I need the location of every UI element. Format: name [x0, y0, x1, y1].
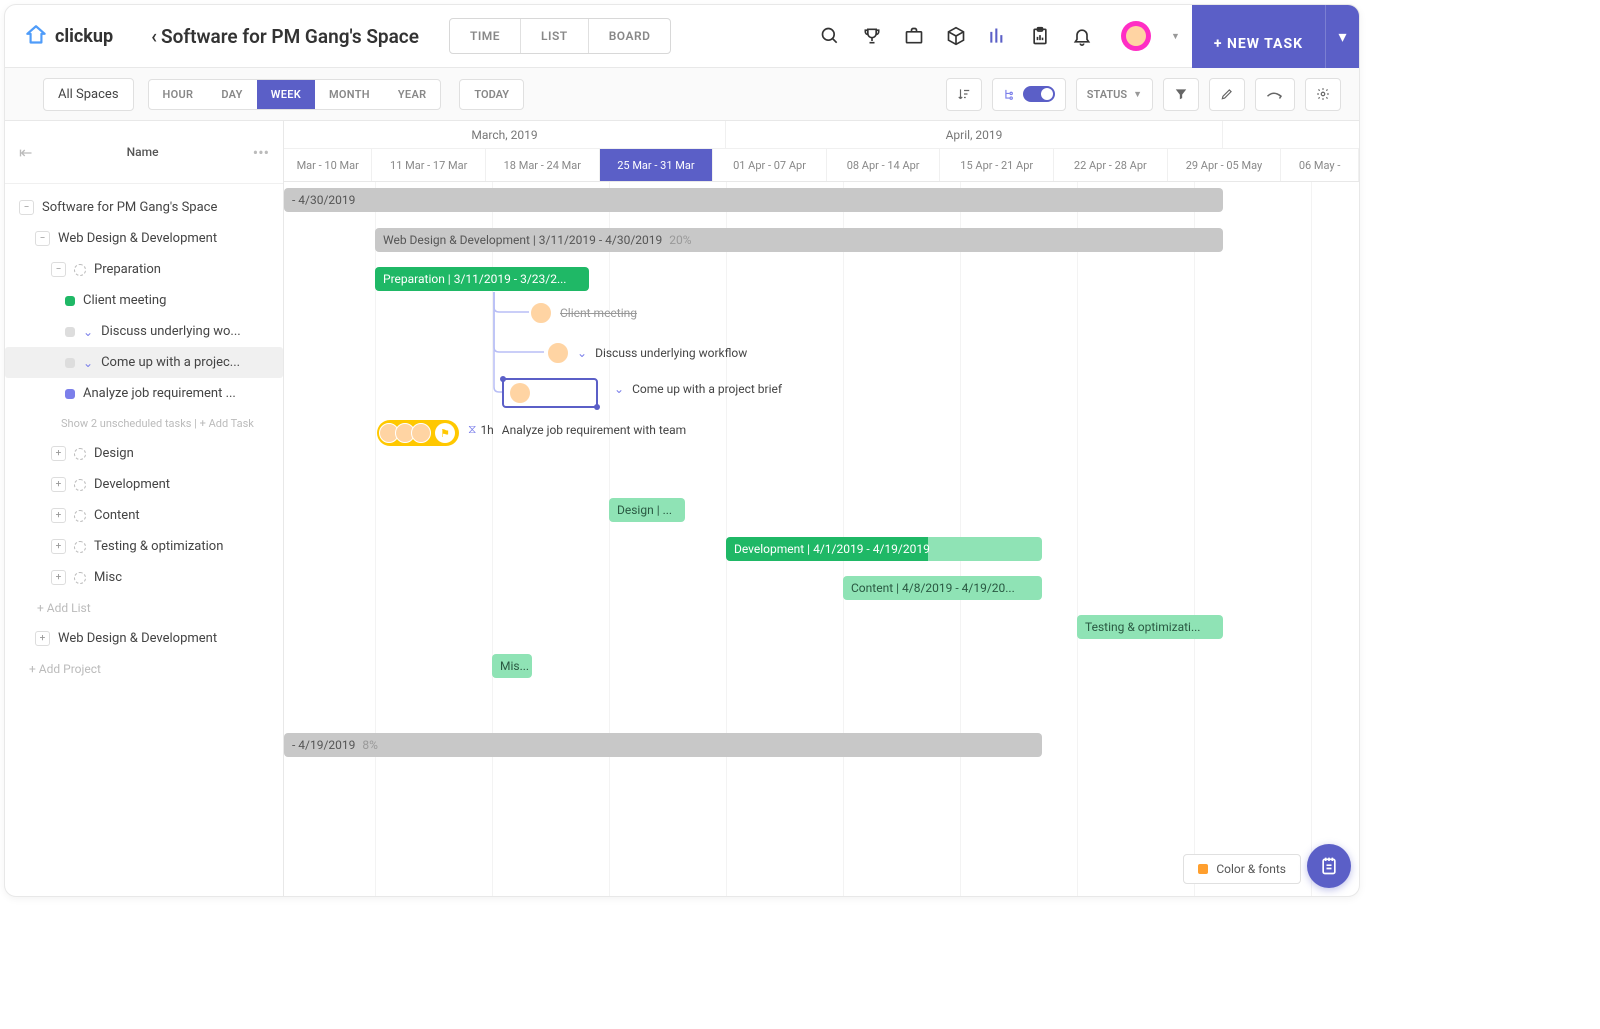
zoom-tabs: HOUR DAY WEEK MONTH YEAR	[148, 79, 442, 110]
gantt-task-row[interactable]: ⧖ 1h Analyze job requirement with team	[462, 422, 686, 437]
tree-list-design[interactable]: +Design	[5, 438, 283, 469]
gantt-bar-project[interactable]: - 4/19/2019 8%	[284, 733, 1042, 757]
gantt-icon[interactable]	[987, 25, 1009, 47]
tree-list-preparation[interactable]: −Preparation	[5, 254, 283, 285]
tree-task-selected[interactable]: ⌄Come up with a projec...	[5, 347, 283, 378]
week-header-active: 25 Mar - 31 Mar	[600, 149, 714, 181]
search-icon[interactable]	[819, 25, 841, 47]
sort-button[interactable]	[946, 78, 982, 111]
collapse-sidebar-icon[interactable]: ⇤	[19, 143, 32, 162]
gantt-bar-list[interactable]: Development | 4/1/2019 - 4/19/2019	[726, 537, 1042, 561]
zoom-day[interactable]: DAY	[207, 80, 256, 109]
add-project-button[interactable]: + Add Project	[5, 654, 283, 684]
week-header: 06 May -	[1281, 149, 1359, 181]
add-list-button[interactable]: + Add List	[5, 593, 283, 623]
tree-task[interactable]: ⌄Discuss underlying wo...	[5, 316, 283, 347]
unscheduled-link[interactable]: Show 2 unscheduled tasks | + Add Task	[5, 409, 283, 438]
subtask-icon: ⌄	[614, 382, 624, 396]
task-duration: 1h	[480, 423, 493, 437]
gantt-task-pill[interactable]: ⚑	[377, 420, 459, 446]
flag-icon: ⚑	[435, 423, 455, 443]
week-header: 11 Mar - 17 Mar	[372, 149, 486, 181]
filter-button[interactable]	[1163, 78, 1199, 111]
pencil-button[interactable]	[1209, 78, 1245, 111]
subtask-icon: ⌄	[83, 356, 93, 370]
hourglass-icon: ⧖	[468, 422, 476, 437]
briefcase-icon[interactable]	[903, 25, 925, 47]
week-header: 15 Apr - 21 Apr	[940, 149, 1054, 181]
tab-board[interactable]: BOARD	[589, 19, 671, 53]
status-filter[interactable]: STATUS▼	[1076, 78, 1153, 111]
dependency-button[interactable]	[1255, 78, 1295, 111]
new-task-dropdown[interactable]: ▾	[1325, 5, 1359, 68]
avatar-dropdown-icon[interactable]: ▼	[1171, 31, 1180, 42]
all-spaces-selector[interactable]: All Spaces	[43, 78, 134, 111]
week-header: Mar - 10 Mar	[284, 149, 372, 181]
zoom-month[interactable]: MONTH	[315, 80, 384, 109]
task-label: Analyze job requirement with team	[502, 423, 686, 437]
tree-list-content[interactable]: +Content	[5, 500, 283, 531]
name-column-header: Name	[32, 145, 252, 159]
tree-project[interactable]: +Web Design & Development	[5, 623, 283, 654]
assignee-avatar[interactable]	[547, 342, 569, 364]
subtask-toggle[interactable]	[992, 78, 1066, 111]
gantt-chart[interactable]: March, 2019 April, 2019 Mar - 10 Mar 11 …	[284, 121, 1359, 896]
gantt-bar-list[interactable]: Mis...	[492, 654, 532, 678]
settings-button[interactable]	[1305, 78, 1341, 111]
notepad-fab[interactable]	[1307, 844, 1351, 888]
breadcrumb[interactable]: ‹ Software for PM Gang's Space	[151, 25, 419, 48]
week-header: 22 Apr - 28 Apr	[1054, 149, 1168, 181]
tab-time[interactable]: TIME	[450, 19, 521, 53]
gantt-bar-list[interactable]: Preparation | 3/11/2019 - 3/23/2...	[375, 267, 589, 291]
trophy-icon[interactable]	[861, 25, 883, 47]
tree-list-testing[interactable]: +Testing & optimization	[5, 531, 283, 562]
zoom-year[interactable]: YEAR	[384, 80, 441, 109]
task-label: Client meeting	[560, 306, 637, 320]
week-header: 29 Apr - 05 May	[1168, 149, 1282, 181]
clipboard-icon[interactable]	[1029, 25, 1051, 47]
month-header: April, 2019	[726, 121, 1223, 148]
gantt-task-row[interactable]: ⌄ Come up with a project brief	[614, 382, 782, 396]
logo[interactable]: clickup	[23, 23, 113, 49]
month-header: March, 2019	[284, 121, 726, 148]
tree-task[interactable]: Client meeting	[5, 285, 283, 316]
back-chevron-icon[interactable]: ‹	[151, 25, 157, 48]
gantt-bar-list[interactable]: Content | 4/8/2019 - 4/19/20...	[843, 576, 1042, 600]
gantt-task-row[interactable]: ⌄ Discuss underlying workflow	[547, 342, 747, 364]
view-tabs: TIME LIST BOARD	[449, 18, 671, 54]
gantt-bar-space[interactable]: - 4/30/2019	[284, 188, 1223, 212]
new-task-button: + NEW TASK ▾	[1192, 5, 1359, 68]
toggle-on[interactable]	[1023, 86, 1055, 102]
week-header: 01 Apr - 07 Apr	[713, 149, 827, 181]
gantt-bar-list[interactable]: Testing & optimizati...	[1077, 615, 1223, 639]
color-fonts-button[interactable]: Color & fonts	[1183, 854, 1301, 884]
week-header: 18 Mar - 24 Mar	[486, 149, 600, 181]
today-button[interactable]: TODAY	[459, 79, 524, 110]
zoom-week[interactable]: WEEK	[257, 80, 315, 109]
tree-task[interactable]: Analyze job requirement ...	[5, 378, 283, 409]
task-label: Discuss underlying workflow	[595, 346, 747, 360]
week-header: 08 Apr - 14 Apr	[827, 149, 941, 181]
tree-space[interactable]: −Software for PM Gang's Space	[5, 192, 283, 223]
zoom-hour[interactable]: HOUR	[149, 80, 208, 109]
bell-icon[interactable]	[1071, 25, 1093, 47]
subtask-icon: ⌄	[577, 346, 587, 360]
tree-project[interactable]: −Web Design & Development	[5, 223, 283, 254]
gantt-task-row[interactable]: Client meeting	[530, 302, 637, 324]
tree-list-misc[interactable]: +Misc	[5, 562, 283, 593]
gantt-bar-list[interactable]: Design | ...	[609, 498, 685, 522]
subtask-icon: ⌄	[83, 325, 93, 339]
cube-icon[interactable]	[945, 25, 967, 47]
tree-list-development[interactable]: +Development	[5, 469, 283, 500]
task-label: Come up with a project brief	[632, 382, 782, 396]
assignee-avatar[interactable]	[530, 302, 552, 324]
tab-list[interactable]: LIST	[521, 19, 589, 53]
user-avatar[interactable]	[1121, 21, 1151, 51]
gantt-task-drag[interactable]	[502, 378, 598, 408]
gantt-bar-project[interactable]: Web Design & Development | 3/11/2019 - 4…	[375, 228, 1223, 252]
more-icon[interactable]: •••	[253, 143, 269, 162]
